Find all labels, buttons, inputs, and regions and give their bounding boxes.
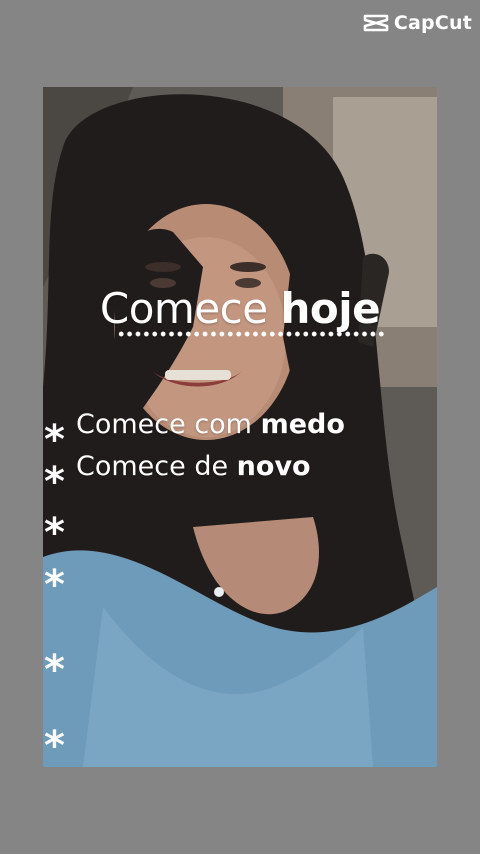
line-2-regular: Comece de bbox=[76, 451, 229, 482]
dotted-underline bbox=[117, 330, 387, 338]
headline-regular: Comece bbox=[99, 284, 268, 333]
asterisk-6: * bbox=[44, 723, 65, 769]
asterisk-3: * bbox=[44, 510, 65, 556]
asterisk-2: * bbox=[44, 459, 65, 505]
asterisk-5: * bbox=[44, 647, 65, 693]
asterisk-4: * bbox=[44, 562, 65, 608]
text-line-1: Comece com medo bbox=[76, 409, 345, 440]
headline-bold: hoje bbox=[280, 284, 381, 333]
headline: Comece hoje bbox=[43, 284, 437, 333]
line-1-regular: Comece com bbox=[76, 409, 252, 440]
line-2-bold: novo bbox=[236, 451, 311, 482]
capcut-logo-icon bbox=[363, 14, 389, 32]
capcut-logo: CapCut bbox=[363, 12, 472, 34]
capcut-logo-text: CapCut bbox=[393, 12, 472, 34]
text-line-2: Comece de novo bbox=[76, 451, 311, 482]
line-1-bold: medo bbox=[260, 409, 345, 440]
asterisk-1: * bbox=[44, 417, 65, 463]
